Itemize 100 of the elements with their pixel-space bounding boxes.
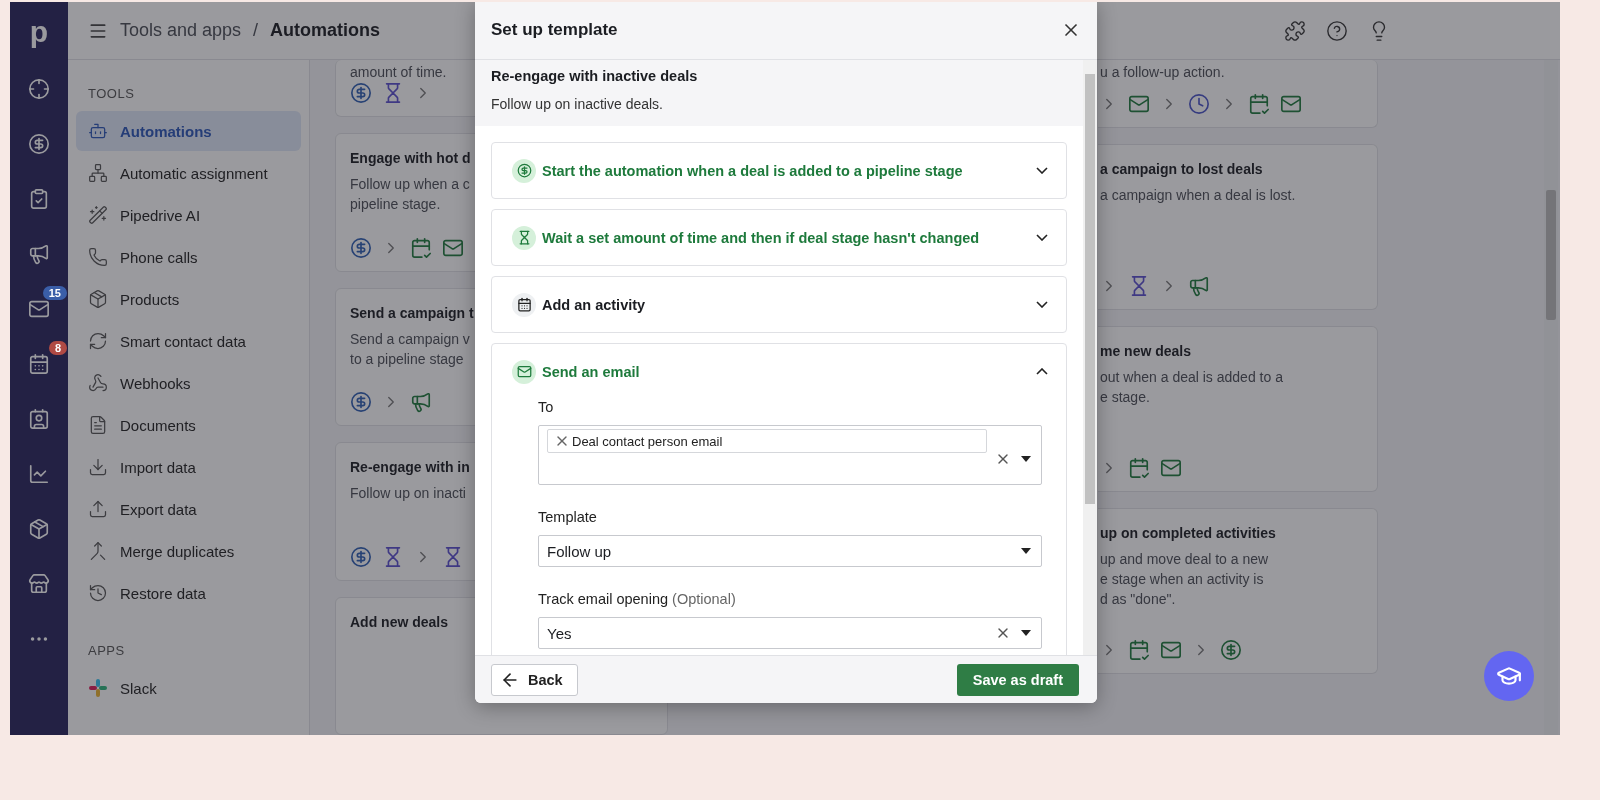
field-label: Template (538, 509, 598, 525)
sidebar-item[interactable]: Import data (76, 447, 301, 487)
dollar-icon (350, 545, 372, 568)
chart-icon[interactable] (28, 462, 50, 485)
sidebar-item[interactable]: Documents (76, 405, 301, 445)
sidebar-item[interactable]: Merge duplicates (76, 531, 301, 571)
dollar-icon (350, 391, 372, 414)
sidebar-item[interactable]: Automations (76, 111, 301, 151)
step-header[interactable]: Start the automation when a deal is added to a pipeline stage (492, 143, 1066, 198)
mail-icon (1160, 639, 1182, 661)
history-icon (88, 583, 108, 603)
unread-badge: 15 (42, 286, 67, 300)
caret-down-icon[interactable] (1021, 630, 1031, 636)
sidebar-item[interactable]: Smart contact data (76, 321, 301, 361)
chevron-down-icon (1036, 234, 1048, 241)
modal-title: Set up template (491, 19, 618, 40)
phone-icon (88, 247, 108, 267)
calendar-icon (1128, 639, 1150, 661)
megaphone-icon[interactable] (28, 242, 50, 265)
step-title: Wait a set amount of time and then if deal stage hasn't changed (542, 229, 980, 246)
dollar-icon[interactable] (28, 132, 50, 155)
field-label: To (538, 399, 555, 415)
caret-down-icon[interactable] (1021, 456, 1031, 462)
card-title: me new deals (1100, 343, 1192, 359)
help-icon[interactable] (1326, 19, 1348, 42)
section-heading: APPS (87, 642, 126, 660)
mail-icon (1128, 93, 1150, 115)
card-description: out when a deal is added to a (1100, 368, 1283, 387)
recipient-field[interactable]: Deal contact person email (538, 425, 1042, 485)
calendar-icon (1128, 457, 1150, 479)
step-title: Add an activity (542, 296, 646, 313)
page-title: Automations (270, 20, 381, 41)
card-description: pipeline stage. (350, 195, 441, 215)
card-title: up on completed activities (1100, 525, 1276, 541)
card-description: a campaign when a deal is lost. (1100, 186, 1296, 205)
breadcrumb-link[interactable]: Tools and apps (120, 20, 242, 41)
step-title: Send an email (542, 363, 640, 380)
academy-button[interactable] (1484, 651, 1534, 701)
box-icon[interactable] (28, 517, 50, 540)
magic-wand-icon (88, 205, 108, 225)
tracking-select[interactable]: Yes (538, 617, 1042, 649)
step-header[interactable]: Wait a set amount of time and then if deal stage hasn't changed (492, 210, 1066, 265)
dollar-icon (1220, 639, 1242, 661)
save-draft-button[interactable]: Save as draft (956, 663, 1079, 696)
megaphone-icon (1188, 275, 1210, 297)
card-description: Follow up when a c (350, 175, 470, 195)
crosshair-icon[interactable] (28, 77, 50, 100)
field-label: Track email opening (Optional) (538, 591, 737, 607)
card-description: d as "done". (1100, 590, 1176, 609)
sidebar-item[interactable]: Export data (76, 489, 301, 529)
contact-card-icon[interactable] (28, 407, 50, 430)
sidebar-item[interactable]: Slack (76, 668, 301, 708)
card-description: amount of time. (350, 63, 447, 82)
calendar-icon[interactable] (28, 352, 50, 375)
count-badge: 8 (48, 341, 67, 355)
step-header[interactable]: Add an activity (492, 277, 1066, 332)
store-icon[interactable] (28, 572, 50, 595)
slack-icon (88, 678, 108, 698)
logo[interactable]: p (29, 12, 49, 60)
template-name: Re-engage with inactive deals (491, 68, 699, 84)
box-icon (88, 289, 108, 309)
mail-icon (1160, 457, 1182, 479)
chevron-down-icon (1036, 167, 1048, 174)
sidebar-item[interactable]: Webhooks (76, 363, 301, 403)
webhook-icon (88, 373, 108, 393)
card-description: u a follow-up action. (1100, 63, 1225, 82)
sidebar-item[interactable]: Restore data (76, 573, 301, 613)
robot-icon (88, 121, 108, 141)
section-heading: TOOLS (87, 85, 136, 103)
megaphone-icon (410, 391, 432, 414)
card-description: e stage. (1100, 388, 1150, 407)
step-header[interactable]: Send an email (492, 344, 1066, 399)
caret-down-icon[interactable] (1021, 548, 1031, 554)
chevron-down-icon (1036, 301, 1048, 308)
network-icon (88, 163, 108, 183)
template-select[interactable]: Follow up (538, 535, 1042, 567)
document-icon (88, 415, 108, 435)
card-title: Add new deals (350, 613, 449, 630)
step-title: Start the automation when a deal is added to a pipeline stage (542, 162, 963, 179)
download-icon (88, 457, 108, 477)
card-description: to a pipeline stage (350, 349, 464, 369)
sidebar-item[interactable]: Products (76, 279, 301, 319)
sidebar-item[interactable]: Phone calls (76, 237, 301, 277)
dollar-icon (350, 236, 372, 259)
puzzle-icon[interactable] (1284, 19, 1306, 42)
breadcrumb-separator: / (253, 20, 259, 41)
clipboard-icon[interactable] (28, 187, 50, 210)
back-button[interactable]: Back (491, 663, 578, 696)
card-title: Send a campaign t (350, 304, 474, 321)
card-title: Engage with hot d (350, 150, 471, 167)
dollar-icon (350, 82, 372, 105)
card-description: Send a campaign v (350, 329, 470, 349)
recipient-chip: Deal contact person email (547, 429, 987, 453)
card-description: Follow up on inacti (350, 484, 466, 504)
merge-icon (88, 541, 108, 561)
sidebar-item[interactable]: Pipedrive AI (76, 195, 301, 235)
card-description: up and move deal to a new (1100, 550, 1269, 569)
clock-icon (1188, 93, 1210, 115)
sidebar-item[interactable]: Automatic assignment (76, 153, 301, 193)
card-title: a campaign to lost deals (1100, 161, 1263, 177)
